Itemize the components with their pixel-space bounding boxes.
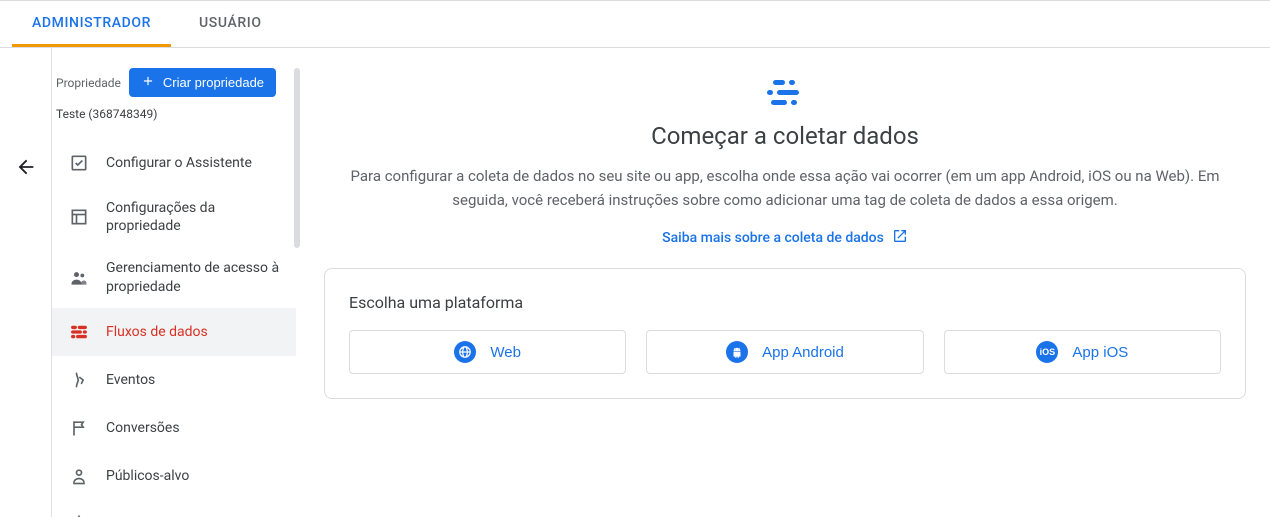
- sidebar-item-custom-definitions[interactable]: Definições personalizadas: [52, 500, 296, 517]
- sidebar-item-label: Conversões: [106, 419, 180, 437]
- conversions-flag-icon: [68, 417, 90, 439]
- plus-icon: [141, 74, 155, 91]
- arrow-left-icon: [15, 156, 37, 182]
- sidebar-item-property-settings[interactable]: Configurações da propriedade: [52, 187, 296, 247]
- page-description: Para configurar a coleta de dados no seu…: [335, 164, 1235, 212]
- platform-row: Web App Android iOS App iOS: [349, 330, 1221, 374]
- sidebar-item-label: Configurações da propriedade: [106, 199, 288, 235]
- data-streams-icon: [68, 321, 90, 343]
- scrollbar-thumb[interactable]: [294, 68, 300, 248]
- hero-section: Começar a coletar dados Para configurar …: [335, 78, 1235, 248]
- property-label: Propriedade: [56, 76, 121, 90]
- android-icon: [726, 341, 748, 363]
- sidebar-item-setup-assistant[interactable]: Configurar o Assistente: [52, 139, 296, 187]
- learn-more-link[interactable]: Saiba mais sobre a coleta de dados: [662, 228, 908, 248]
- platform-android-button[interactable]: App Android: [646, 330, 923, 374]
- create-property-button[interactable]: Criar propriedade: [129, 68, 276, 97]
- platform-label: App iOS: [1072, 344, 1128, 361]
- platform-label: Web: [490, 344, 521, 361]
- sidebar-item-access-management[interactable]: Gerenciamento de acesso à propriedade: [52, 247, 296, 307]
- sidebar-item-label: Públicos-alvo: [106, 467, 189, 485]
- learn-more-label: Saiba mais sobre a coleta de dados: [662, 230, 884, 246]
- tab-label: USUÁRIO: [199, 15, 262, 31]
- sidebar-item-label: Configurar o Assistente: [106, 154, 252, 172]
- sidebar-item-label: Gerenciamento de acesso à propriedade: [106, 259, 288, 295]
- platform-web-button[interactable]: Web: [349, 330, 626, 374]
- top-tab-bar: ADMINISTRADOR USUÁRIO: [0, 0, 1270, 48]
- custom-definitions-icon: [68, 513, 90, 517]
- sidebar-item-label: Eventos: [106, 371, 155, 389]
- platform-ios-button[interactable]: iOS App iOS: [944, 330, 1221, 374]
- sidebar-item-audiences[interactable]: Públicos-alvo: [52, 452, 296, 500]
- tab-user[interactable]: USUÁRIO: [179, 1, 282, 47]
- audiences-icon: [68, 465, 90, 487]
- sidebar-item-label: Fluxos de dados: [106, 323, 208, 341]
- back-button[interactable]: [11, 154, 41, 184]
- sidebar: Propriedade Criar propriedade Teste (368…: [52, 48, 300, 517]
- main-content: Começar a coletar dados Para configurar …: [300, 48, 1270, 517]
- back-column: [0, 48, 52, 517]
- web-globe-icon: [454, 341, 476, 363]
- events-icon: [68, 369, 90, 391]
- sidebar-item-data-streams[interactable]: Fluxos de dados: [52, 308, 296, 356]
- tab-administrator[interactable]: ADMINISTRADOR: [12, 1, 171, 47]
- card-title: Escolha uma plataforma: [349, 293, 1221, 312]
- property-settings-icon: [68, 206, 90, 228]
- assistant-checklist-icon: [68, 152, 90, 174]
- create-property-label: Criar propriedade: [163, 75, 264, 90]
- platform-card: Escolha uma plataforma Web App Android i…: [324, 268, 1246, 399]
- external-link-icon: [892, 228, 908, 248]
- data-collection-icon: [335, 78, 1235, 108]
- platform-label: App Android: [762, 344, 844, 361]
- property-header-row: Propriedade Criar propriedade: [52, 68, 296, 97]
- tab-label: ADMINISTRADOR: [32, 15, 151, 31]
- access-management-icon: [68, 267, 90, 289]
- ios-icon: iOS: [1036, 341, 1058, 363]
- sidebar-item-conversions[interactable]: Conversões: [52, 404, 296, 452]
- page-title: Começar a coletar dados: [335, 122, 1235, 150]
- sidebar-item-events[interactable]: Eventos: [52, 356, 296, 404]
- property-name: Teste (368748349): [52, 107, 296, 121]
